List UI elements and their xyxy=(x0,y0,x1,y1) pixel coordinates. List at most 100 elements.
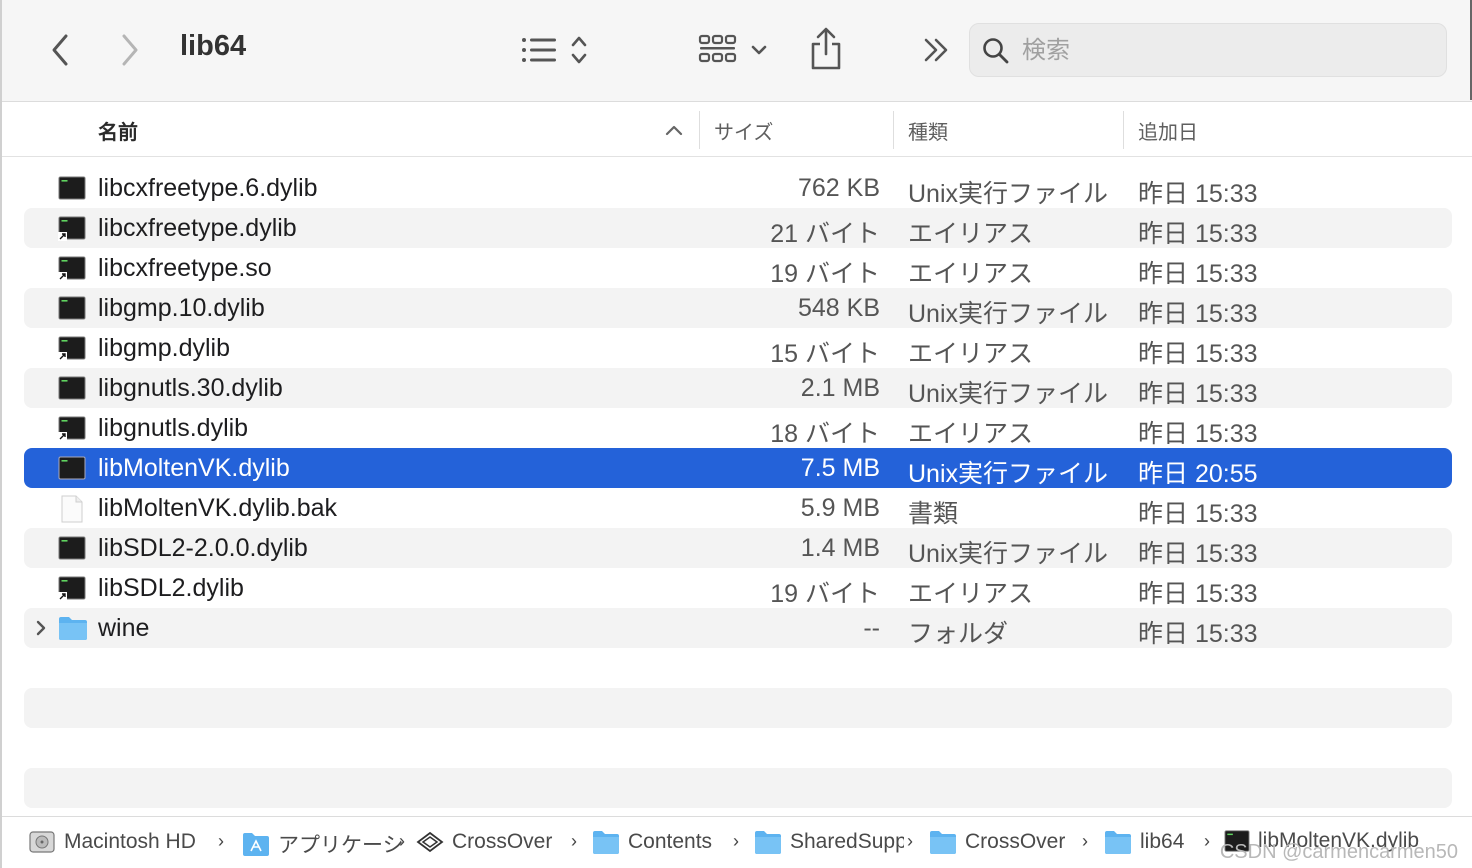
file-row[interactable]: libgmp.10.dylib 548 KB Unix実行ファイル 昨日 15:… xyxy=(24,288,1452,328)
path-item-lib64[interactable]: lib64 xyxy=(1104,829,1184,855)
finder-window: lib64 検索 名前 サイズ 種類 追加日 libcxfreetype.6.d… xyxy=(0,0,1472,868)
folder-icon xyxy=(929,829,957,855)
toolbar: lib64 xyxy=(2,0,1472,102)
file-kind: フォルダ xyxy=(908,620,1009,648)
file-date-added: 昨日 15:33 xyxy=(1138,220,1258,248)
file-row[interactable]: libgmp.dylib 15 バイト エイリアス 昨日 15:33 xyxy=(24,328,1452,368)
chevron-right-icon: › xyxy=(907,831,913,851)
file-kind: 書類 xyxy=(908,500,959,528)
alias-executable-icon xyxy=(58,215,86,241)
grid-icon xyxy=(698,34,767,63)
file-row[interactable]: libgnutls.30.dylib 2.1 MB Unix実行ファイル 昨日 … xyxy=(24,368,1452,408)
share-button[interactable] xyxy=(804,24,848,74)
hard-drive-icon xyxy=(28,829,56,855)
file-name: libMoltenVK.dylib xyxy=(98,454,290,482)
chevron-right-icon: › xyxy=(571,831,577,851)
file-row[interactable]: libcxfreetype.dylib 21 バイト エイリアス 昨日 15:3… xyxy=(24,208,1452,248)
chevron-right-icon: › xyxy=(1082,831,1088,851)
group-view-button[interactable] xyxy=(692,28,772,72)
window-title: lib64 xyxy=(180,30,247,62)
file-kind: エイリアス xyxy=(908,340,1034,368)
toolbar-overflow-button[interactable] xyxy=(916,30,956,70)
file-name: libMoltenVK.dylib.bak xyxy=(98,494,338,522)
file-name: libSDL2.dylib xyxy=(98,574,244,602)
file-row-selected[interactable]: libMoltenVK.dylib 7.5 MB Unix実行ファイル 昨日 2… xyxy=(24,448,1452,488)
alias-executable-icon xyxy=(58,255,86,281)
unix-executable-icon xyxy=(58,175,86,201)
path-item-sharedsupport[interactable]: SharedSupport xyxy=(754,829,904,855)
file-kind: Unix実行ファイル xyxy=(908,540,1109,568)
file-kind: Unix実行ファイル xyxy=(908,180,1109,208)
file-kind: エイリアス xyxy=(908,220,1034,248)
file-kind: エイリアス xyxy=(908,580,1034,608)
path-item-applications[interactable]: アプリケーション xyxy=(242,829,406,859)
file-date-added: 昨日 15:33 xyxy=(1138,380,1258,408)
file-row[interactable]: libcxfreetype.6.dylib 762 KB Unix実行ファイル … xyxy=(24,168,1452,208)
unix-executable-icon xyxy=(58,535,86,561)
file-name: wine xyxy=(98,614,150,642)
search-field[interactable] xyxy=(969,23,1447,77)
folder-icon xyxy=(58,615,87,641)
file-size: -- xyxy=(863,614,880,642)
file-size: 18 バイト xyxy=(770,420,880,448)
alias-executable-icon xyxy=(58,575,86,601)
chevron-left-icon xyxy=(52,34,68,66)
chevron-right-icon: › xyxy=(1204,831,1210,851)
unix-executable-icon xyxy=(58,295,86,321)
path-item-contents[interactable]: Contents xyxy=(592,829,712,855)
file-size: 2.1 MB xyxy=(800,374,880,402)
file-name: libcxfreetype.so xyxy=(98,254,272,282)
file-name: libgmp.dylib xyxy=(98,334,231,362)
file-date-added: 昨日 20:55 xyxy=(1138,460,1258,488)
path-bar: Macintosh HD › アプリケーション › CrossOver › Co… xyxy=(2,816,1472,868)
search-icon xyxy=(983,38,1009,64)
column-kind-header[interactable]: 種類 xyxy=(908,103,948,157)
path-item-crossover-app[interactable]: CrossOver xyxy=(416,829,562,855)
chevron-right-icon: › xyxy=(733,831,739,851)
file-date-added: 昨日 15:33 xyxy=(1138,340,1258,368)
list-view-button[interactable] xyxy=(514,28,594,72)
folder-icon xyxy=(592,829,620,855)
chevron-right-icon xyxy=(122,34,138,66)
column-divider[interactable] xyxy=(1123,111,1124,149)
file-size: 21 バイト xyxy=(770,220,880,248)
folder-icon xyxy=(1104,829,1132,855)
file-row[interactable]: libSDL2-2.0.0.dylib 1.4 MB Unix実行ファイル 昨日… xyxy=(24,528,1452,568)
back-button[interactable] xyxy=(40,28,80,72)
column-divider[interactable] xyxy=(699,111,700,149)
file-row[interactable]: libSDL2.dylib 19 バイト エイリアス 昨日 15:33 xyxy=(24,568,1452,608)
column-date-added-header[interactable]: 追加日 xyxy=(1138,103,1198,157)
column-name-header[interactable]: 名前 xyxy=(98,103,698,157)
double-chevron-right-icon xyxy=(924,38,948,62)
file-date-added: 昨日 15:33 xyxy=(1138,620,1258,648)
file-kind: エイリアス xyxy=(908,260,1034,288)
path-item-macintosh-hd[interactable]: Macintosh HD xyxy=(28,829,196,855)
file-date-added: 昨日 15:33 xyxy=(1138,260,1258,288)
file-date-added: 昨日 15:33 xyxy=(1138,300,1258,328)
file-size: 7.5 MB xyxy=(800,454,880,482)
alias-executable-icon xyxy=(58,335,86,361)
path-item-crossover[interactable]: CrossOver xyxy=(929,829,1065,855)
disclosure-triangle-icon[interactable] xyxy=(34,618,48,638)
folder-row[interactable]: wine -- フォルダ 昨日 15:33 xyxy=(24,608,1452,648)
column-size-header[interactable]: サイズ xyxy=(714,103,773,157)
file-name: libgnutls.30.dylib xyxy=(98,374,283,402)
empty-row xyxy=(24,688,1452,728)
sort-ascending-icon[interactable] xyxy=(664,121,684,139)
file-name: libcxfreetype.dylib xyxy=(98,214,297,242)
file-row[interactable]: libMoltenVK.dylib.bak 5.9 MB 書類 昨日 15:33 xyxy=(24,488,1452,528)
file-row[interactable]: libgnutls.dylib 18 バイト エイリアス 昨日 15:33 xyxy=(24,408,1452,448)
file-size: 1.4 MB xyxy=(800,534,880,562)
applications-folder-icon xyxy=(242,831,270,857)
column-divider[interactable] xyxy=(893,111,894,149)
empty-row xyxy=(24,768,1452,808)
chevron-right-icon: › xyxy=(218,831,224,851)
file-kind: Unix実行ファイル xyxy=(908,460,1109,488)
file-row[interactable]: libcxfreetype.so 19 バイト エイリアス 昨日 15:33 xyxy=(24,248,1452,288)
file-kind: エイリアス xyxy=(908,420,1034,448)
file-name: libSDL2-2.0.0.dylib xyxy=(98,534,308,562)
search-input[interactable] xyxy=(1022,36,1422,66)
forward-button[interactable] xyxy=(110,28,150,72)
file-kind: Unix実行ファイル xyxy=(908,300,1109,328)
share-icon xyxy=(811,27,841,70)
